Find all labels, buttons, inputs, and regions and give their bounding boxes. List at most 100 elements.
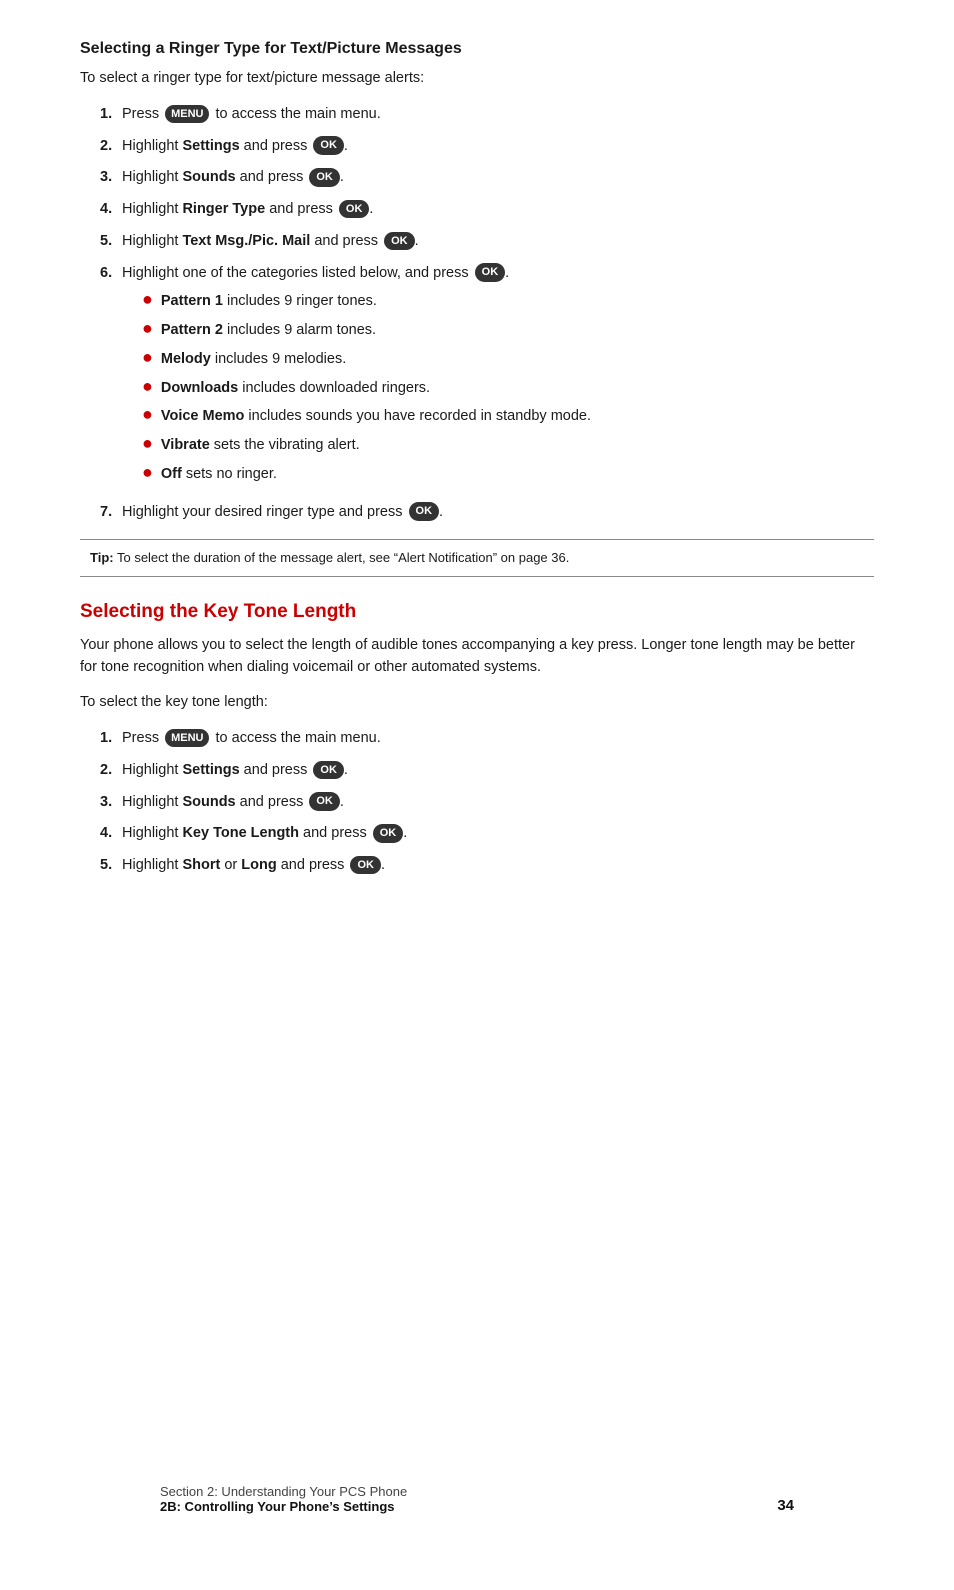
footer-page-number: 34 [777, 1497, 794, 1514]
bullet-2-bold: Pattern 2 [161, 322, 223, 338]
step-2-end: . [344, 138, 348, 154]
bullet-7-bold: Off [161, 466, 182, 482]
bullet-dot-2: ● [142, 319, 153, 337]
s2-step-5-pre: Highlight [122, 857, 182, 873]
step-6-num: 6. [100, 263, 122, 285]
ok-badge-2: OK [313, 136, 344, 155]
step-3-num: 3. [100, 167, 122, 189]
s2-step-5-num: 5. [100, 855, 122, 877]
step-6-pre: Highlight one of the categories listed b… [122, 265, 473, 281]
s2-menu-badge-1: MENU [165, 729, 209, 748]
step-5-mid: and press [310, 233, 382, 249]
step-3-content: Highlight Sounds and press OK. [122, 167, 874, 189]
step-7-pre: Highlight your desired ringer type and p… [122, 504, 407, 520]
step-1-content: Press MENU to access the main menu. [122, 104, 874, 126]
bullet-dot-5: ● [142, 405, 153, 423]
section-1: Selecting a Ringer Type for Text/Picture… [80, 40, 874, 577]
s2-step-3-content: Highlight Sounds and press OK. [122, 792, 874, 814]
step-4-end: . [369, 201, 373, 217]
bullet-5: ● Voice Memo includes sounds you have re… [142, 405, 874, 428]
step-4-content: Highlight Ringer Type and press OK. [122, 199, 874, 221]
s2-step-4-num: 4. [100, 823, 122, 845]
s2-step-2-num: 2. [100, 760, 122, 782]
s2-step-4-mid: and press [299, 825, 371, 841]
s2-step-4-pre: Highlight [122, 825, 182, 841]
s2-step-1-num: 1. [100, 728, 122, 750]
s2-step-2-content: Highlight Settings and press OK. [122, 760, 874, 782]
bullet-1-bold: Pattern 1 [161, 293, 223, 309]
step-2: 2. Highlight Settings and press OK. [100, 136, 874, 158]
step-7: 7. Highlight your desired ringer type an… [100, 502, 874, 524]
tip-label: Tip: [90, 550, 114, 565]
s2-ok-badge-4: OK [373, 824, 404, 843]
bullet-3: ● Melody includes 9 melodies. [142, 348, 874, 371]
step-2-num: 2. [100, 136, 122, 158]
step-4-pre: Highlight [122, 201, 182, 217]
bullet-6-rest: sets the vibrating alert. [210, 437, 360, 453]
s2-step-2-pre: Highlight [122, 762, 182, 778]
bullet-list: ● Pattern 1 includes 9 ringer tones. ● P… [122, 290, 874, 485]
bullet-4: ● Downloads includes downloaded ringers. [142, 377, 874, 400]
s2-step-5-bold2: Long [241, 857, 276, 873]
step-5-pre: Highlight [122, 233, 182, 249]
s2-step-1-pre: Press [122, 730, 163, 746]
bullet-7-rest: sets no ringer. [182, 466, 277, 482]
bullet-2: ● Pattern 2 includes 9 alarm tones. [142, 319, 874, 342]
bullet-1: ● Pattern 1 includes 9 ringer tones. [142, 290, 874, 313]
bullet-7-text: Off sets no ringer. [161, 464, 277, 486]
step-2-pre: Highlight [122, 138, 182, 154]
s2-step-5: 5. Highlight Short or Long and press OK. [100, 855, 874, 877]
step-7-end: . [439, 504, 443, 520]
bullet-6: ● Vibrate sets the vibrating alert. [142, 434, 874, 457]
s2-step-1-content: Press MENU to access the main menu. [122, 728, 874, 750]
step-5-bold: Text Msg./Pic. Mail [182, 233, 310, 249]
bullet-5-bold: Voice Memo [161, 408, 245, 424]
step-3-bold: Sounds [182, 169, 235, 185]
bullet-5-text: Voice Memo includes sounds you have reco… [161, 406, 591, 428]
s2-step-3-num: 3. [100, 792, 122, 814]
s2-ok-badge-5: OK [350, 856, 381, 875]
bullet-3-bold: Melody [161, 351, 211, 367]
step-3-mid: and press [236, 169, 308, 185]
bullet-dot-1: ● [142, 290, 153, 308]
page-body: Selecting a Ringer Type for Text/Picture… [80, 40, 874, 1550]
s2-step-4-bold: Key Tone Length [182, 825, 299, 841]
s2-step-5-bold1: Short [182, 857, 220, 873]
bullet-dot-6: ● [142, 434, 153, 452]
bullet-4-bold: Downloads [161, 380, 238, 396]
footer-subsection: 2B: Controlling Your Phone’s Settings [160, 1499, 407, 1514]
bullet-2-text: Pattern 2 includes 9 alarm tones. [161, 320, 376, 342]
step-5-end: . [415, 233, 419, 249]
step-7-num: 7. [100, 502, 122, 524]
s2-step-5-content: Highlight Short or Long and press OK. [122, 855, 874, 877]
section2-intro2: To select the key tone length: [80, 692, 874, 714]
footer-left: Section 2: Understanding Your PCS Phone … [160, 1484, 407, 1514]
s2-ok-badge-3: OK [309, 792, 340, 811]
s2-step-2-mid: and press [240, 762, 312, 778]
s2-step-5-or: or [220, 857, 241, 873]
step-3-pre: Highlight [122, 169, 182, 185]
s2-step-4-content: Highlight Key Tone Length and press OK. [122, 823, 874, 845]
s2-step-4: 4. Highlight Key Tone Length and press O… [100, 823, 874, 845]
step-4: 4. Highlight Ringer Type and press OK. [100, 199, 874, 221]
step-5-num: 5. [100, 231, 122, 253]
step-4-mid: and press [265, 201, 337, 217]
s2-step-2-end: . [344, 762, 348, 778]
step-2-mid: and press [240, 138, 312, 154]
bullet-1-text: Pattern 1 includes 9 ringer tones. [161, 291, 377, 313]
step-7-content: Highlight your desired ringer type and p… [122, 502, 874, 524]
ok-badge-5: OK [384, 232, 415, 251]
s2-step-3-bold: Sounds [182, 794, 235, 810]
s2-step-3-end: . [340, 794, 344, 810]
ok-badge-4: OK [339, 200, 370, 219]
section1-intro: To select a ringer type for text/picture… [80, 68, 874, 90]
bullet-6-text: Vibrate sets the vibrating alert. [161, 435, 360, 457]
s2-step-3-mid: and press [236, 794, 308, 810]
bullet-1-rest: includes 9 ringer tones. [223, 293, 377, 309]
step-1-text-before: Press [122, 106, 163, 122]
s2-step-3-pre: Highlight [122, 794, 182, 810]
menu-badge-1: MENU [165, 105, 209, 124]
bullet-6-bold: Vibrate [161, 437, 210, 453]
bullet-4-text: Downloads includes downloaded ringers. [161, 378, 430, 400]
bullet-3-rest: includes 9 melodies. [211, 351, 346, 367]
